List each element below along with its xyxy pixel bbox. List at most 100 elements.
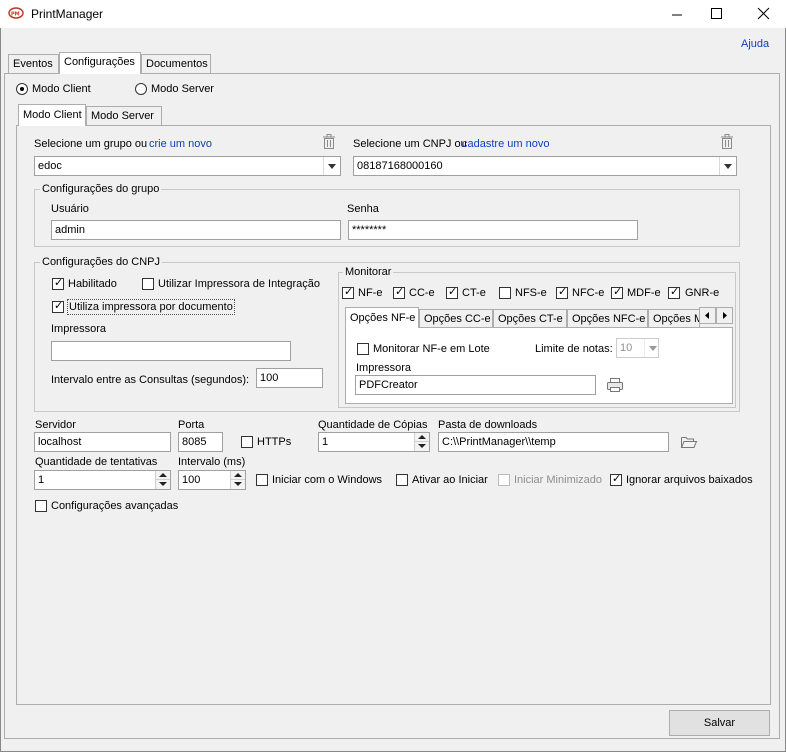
monitor-nfce-checkbox[interactable] xyxy=(556,285,568,299)
query-interval-label: Intervalo entre as Consultas (segundos): xyxy=(51,374,250,386)
limit-label: Limite de notas: xyxy=(535,343,613,355)
copies-value: 1 xyxy=(322,436,329,448)
spin-down-icon[interactable] xyxy=(415,442,429,451)
tab-opcoes-mdfe[interactable]: Opções M xyxy=(648,309,700,329)
lote-checkbox[interactable] xyxy=(357,343,369,355)
monitor-nfse-checkbox[interactable] xyxy=(499,287,511,299)
enabled-checkbox[interactable] xyxy=(52,276,64,290)
limit-combobox-value: 10 xyxy=(620,342,633,354)
mode-client-radio[interactable] xyxy=(16,83,28,95)
folder-open-icon[interactable] xyxy=(680,435,698,449)
spin-down-icon[interactable] xyxy=(231,480,245,489)
minimized-checkbox[interactable] xyxy=(498,474,510,486)
chevron-right-icon xyxy=(723,312,727,319)
copies-spin[interactable] xyxy=(414,433,429,451)
cnpj-printer-label: Impressora xyxy=(51,323,107,335)
monitor-cce-checkbox[interactable] xyxy=(393,285,405,299)
copies-stepper[interactable]: 1 xyxy=(318,432,430,452)
monitor-nfe-label: NF-e xyxy=(358,287,383,299)
cnpj-combobox[interactable]: 08187168000160 xyxy=(353,156,737,176)
retries-stepper[interactable]: 1 xyxy=(34,470,171,490)
chevron-down-icon[interactable] xyxy=(323,157,340,175)
retries-spin[interactable] xyxy=(155,471,170,489)
interval-ms-value: 100 xyxy=(182,474,201,486)
tab-documentos[interactable]: Documentos xyxy=(141,54,211,74)
chevron-left-icon xyxy=(705,312,709,319)
monitor-mdfe-label: MDF-e xyxy=(627,287,661,299)
printer-icon[interactable] xyxy=(606,377,624,393)
tab-opcoes-nfe[interactable]: Opções NF-e xyxy=(345,307,419,328)
subtab-modo-client[interactable]: Modo Client xyxy=(18,104,86,126)
mode-server-radio[interactable] xyxy=(135,83,147,95)
limit-combobox[interactable]: 10 xyxy=(616,338,659,358)
activate-checkbox[interactable] xyxy=(396,474,408,486)
tab-configuracoes[interactable]: Configurações xyxy=(59,52,141,74)
monitor-cte-checkbox[interactable] xyxy=(446,285,458,299)
spin-up-icon[interactable] xyxy=(231,471,245,480)
enabled-label: Habilitado xyxy=(68,278,117,290)
ignore-downloaded-label: Ignorar arquivos baixados xyxy=(626,474,753,486)
per-document-checkbox[interactable] xyxy=(52,299,64,313)
port-field[interactable]: 8085 xyxy=(178,432,223,452)
cnpj-select-label: Selecione um CNPJ ou xyxy=(353,138,467,150)
tab-opcoes-cte[interactable]: Opções CT-e xyxy=(493,309,567,329)
monitor-nfe-checkbox[interactable] xyxy=(342,285,354,299)
ignore-downloaded-checkbox[interactable] xyxy=(610,472,622,486)
monitor-nfse-label: NFS-e xyxy=(515,287,547,299)
delete-cnpj-trash-icon[interactable] xyxy=(720,134,734,149)
copies-label: Quantidade de Cópias xyxy=(318,419,428,431)
server-field[interactable]: localhost xyxy=(34,432,171,452)
https-checkbox[interactable] xyxy=(241,436,253,448)
advanced-checkbox[interactable] xyxy=(35,500,47,512)
monitor-mdfe-checkbox[interactable] xyxy=(611,285,623,299)
monitor-cte-label: CT-e xyxy=(462,287,486,299)
group-select-label: Selecione um grupo ou xyxy=(34,138,148,150)
monitor-gnre-checkbox[interactable] xyxy=(668,285,680,299)
close-icon[interactable] xyxy=(752,7,776,21)
monitor-printer-label: Impressora xyxy=(356,362,412,374)
start-windows-label: Iniciar com o Windows xyxy=(272,474,383,486)
monitor-nfce-label: NFC-e xyxy=(572,287,605,299)
port-label: Porta xyxy=(178,419,205,431)
password-field[interactable]: ******** xyxy=(348,220,638,240)
monitor-gnre-label: GNR-e xyxy=(685,287,720,299)
register-cnpj-link[interactable]: cadastre um novo xyxy=(462,137,549,151)
window-title: PrintManager xyxy=(31,7,104,21)
subtab-modo-server[interactable]: Modo Server xyxy=(86,106,162,126)
create-group-link[interactable]: crie um novo xyxy=(149,137,212,151)
minimize-icon[interactable] xyxy=(662,8,692,22)
cnpj-config-title: Configurações do CNPJ xyxy=(40,256,163,269)
tab-scroll-right-button[interactable] xyxy=(716,307,733,324)
chevron-down-icon[interactable] xyxy=(719,157,736,175)
start-windows-checkbox[interactable] xyxy=(256,474,268,486)
cnpj-printer-field[interactable] xyxy=(51,341,291,361)
minimized-label: Iniciar Minimizado xyxy=(514,474,603,486)
spin-up-icon[interactable] xyxy=(415,433,429,442)
monitor-title: Monitorar xyxy=(343,266,394,279)
delete-group-trash-icon[interactable] xyxy=(322,134,336,149)
save-button[interactable]: Salvar xyxy=(669,710,770,736)
interval-ms-stepper[interactable]: 100 xyxy=(178,470,246,490)
user-label: Usuário xyxy=(51,203,89,215)
downloads-field[interactable]: C:\\PrintManager\\temp xyxy=(438,432,669,452)
tab-opcoes-cce[interactable]: Opções CC-e xyxy=(419,309,493,329)
interval-ms-spin[interactable] xyxy=(230,471,245,489)
tab-opcoes-nfce[interactable]: Opções NFC-e xyxy=(567,309,648,329)
chevron-down-icon[interactable] xyxy=(644,339,658,357)
spin-down-icon[interactable] xyxy=(156,480,170,489)
tab-eventos[interactable]: Eventos xyxy=(8,54,59,74)
monitor-printer-field[interactable]: PDFCreator xyxy=(355,375,596,395)
help-link[interactable]: Ajuda xyxy=(741,37,769,51)
monitor-cce-label: CC-e xyxy=(409,287,435,299)
query-interval-field[interactable]: 100 xyxy=(256,368,323,388)
title-bar: PM PrintManager xyxy=(0,0,786,28)
group-combobox[interactable]: edoc xyxy=(34,156,341,176)
integration-printer-checkbox[interactable] xyxy=(142,278,154,290)
mode-server-label: Modo Server xyxy=(151,83,214,95)
maximize-icon[interactable] xyxy=(706,7,736,21)
tab-scroll-left-button[interactable] xyxy=(699,307,716,324)
server-label: Servidor xyxy=(35,419,76,431)
user-field[interactable]: admin xyxy=(51,220,341,240)
spin-up-icon[interactable] xyxy=(156,471,170,480)
svg-text:PM: PM xyxy=(11,12,20,18)
